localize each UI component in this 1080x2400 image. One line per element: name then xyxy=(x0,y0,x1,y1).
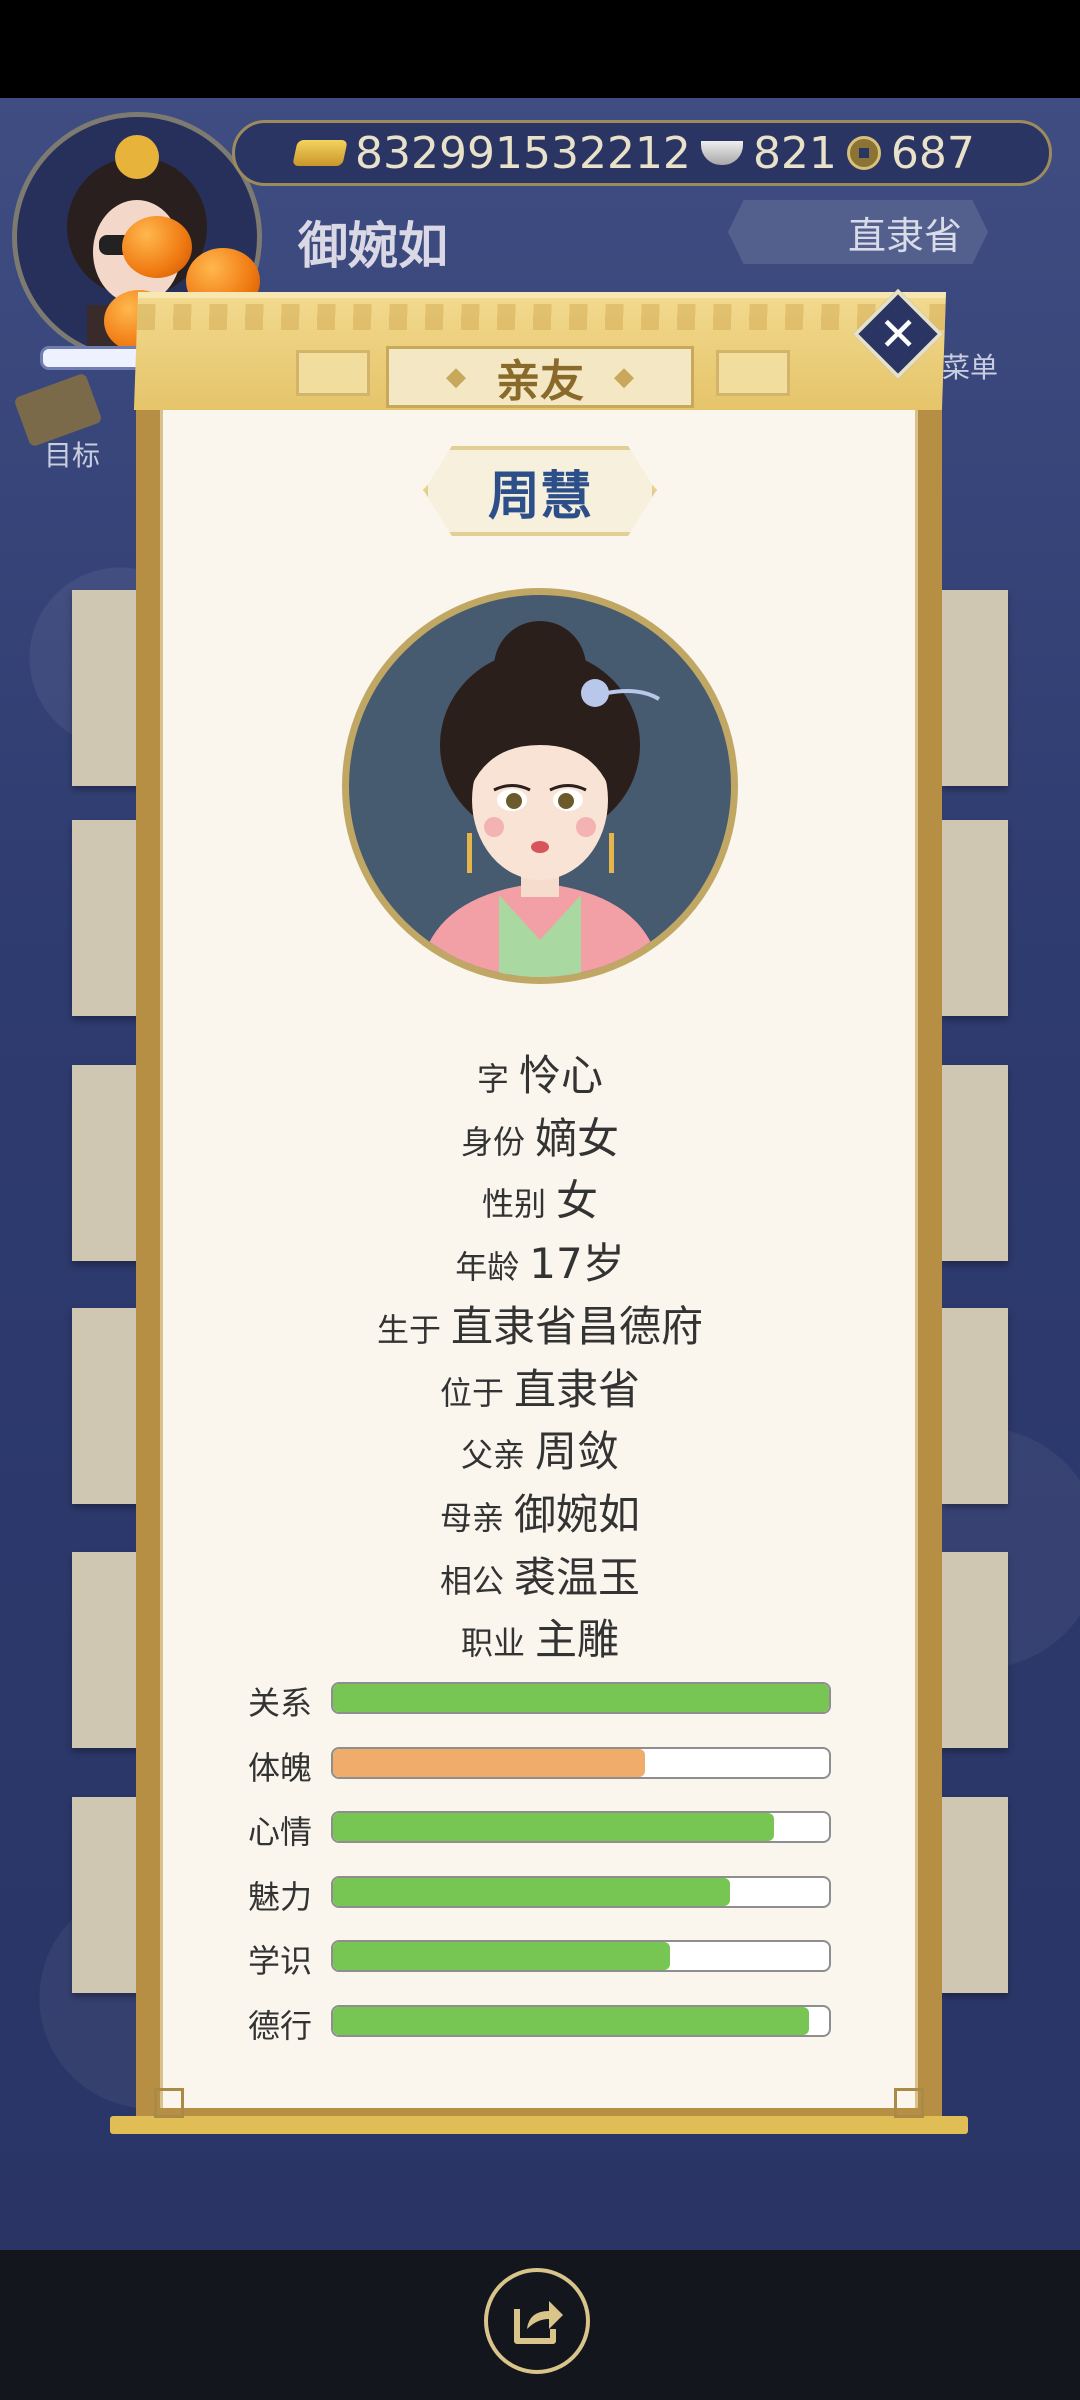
info-key: 身份 xyxy=(460,1123,525,1161)
info-value: 17岁 xyxy=(529,1239,625,1288)
info-row: 生于 直隶省昌德府 xyxy=(0,1293,1080,1354)
stat-bar-fill xyxy=(333,1684,829,1712)
info-row: 相公 裘温玉 xyxy=(0,1544,1080,1605)
stat-label: 体魄 xyxy=(248,1749,313,1787)
character-portrait xyxy=(342,588,738,984)
stat-label: 关系 xyxy=(248,1684,313,1722)
share-button[interactable] xyxy=(484,2268,590,2374)
province-label: 直隶省 xyxy=(847,213,962,258)
info-key: 职业 xyxy=(460,1624,525,1662)
stat-bar xyxy=(331,1811,831,1843)
header-pattern xyxy=(136,304,946,330)
title-dot-right: ◆ xyxy=(614,362,634,392)
info-key: 母亲 xyxy=(439,1499,504,1537)
info-value: 嫡女 xyxy=(535,1114,620,1163)
info-key: 生于 xyxy=(376,1311,441,1349)
menu-button[interactable]: 菜单 xyxy=(942,346,998,386)
title-dot-left: ◆ xyxy=(446,362,466,392)
currency-bar: 832991532212 821 687 xyxy=(232,120,1052,186)
character-portrait-icon xyxy=(419,621,661,977)
info-row: 位于 直隶省 xyxy=(0,1356,1080,1417)
info-value: 主雕 xyxy=(535,1615,620,1664)
silver-amount: 821 xyxy=(752,127,837,179)
info-value: 直隶省 xyxy=(514,1365,641,1414)
dialog-title: 亲友 xyxy=(496,356,584,407)
stat-bar xyxy=(331,1940,831,1972)
character-name-plate: 周慧 xyxy=(424,446,656,536)
stat-bar xyxy=(331,1682,831,1714)
corner-ornament xyxy=(154,2088,184,2118)
background-card xyxy=(942,1797,1008,1993)
info-value: 御婉如 xyxy=(514,1490,641,1539)
status-bar xyxy=(0,0,1080,98)
dialog-title-plate: ◆ 亲友 ◆ xyxy=(386,346,694,408)
background-card xyxy=(72,820,142,1016)
dialog-bottom-rod xyxy=(110,2116,968,2134)
info-row: 父亲 周敛 xyxy=(0,1418,1080,1479)
character-name: 周慧 xyxy=(487,465,592,527)
info-key: 年龄 xyxy=(455,1248,520,1286)
info-value: 周敛 xyxy=(535,1427,620,1476)
info-key: 位于 xyxy=(439,1374,504,1412)
player-name: 御婉如 xyxy=(298,216,448,275)
province-button[interactable]: 直隶省 xyxy=(728,200,988,264)
info-value: 裘温玉 xyxy=(514,1553,641,1602)
goal-button[interactable]: 目标 xyxy=(44,434,100,474)
info-row: 母亲 御婉如 xyxy=(0,1481,1080,1542)
background-card xyxy=(942,590,1008,786)
info-row: 职业 主雕 xyxy=(0,1606,1080,1667)
stat-label: 学识 xyxy=(248,1942,313,1980)
info-value: 直隶省昌德府 xyxy=(451,1302,704,1351)
info-row: 年龄 17岁 xyxy=(0,1230,1080,1291)
info-row: 性别女 xyxy=(0,1167,1080,1228)
header-side-plate xyxy=(296,350,370,396)
info-value: 女 xyxy=(556,1176,599,1225)
share-icon xyxy=(514,2301,563,2344)
stat-bar-fill xyxy=(333,1942,670,1970)
coin-amount: 687 xyxy=(890,127,975,179)
info-key: 字 xyxy=(476,1060,509,1098)
close-icon: ✕ xyxy=(878,306,918,361)
coin-icon xyxy=(846,136,881,170)
stat-label: 德行 xyxy=(248,2007,313,2045)
info-row: 字怜心 xyxy=(0,1042,1080,1103)
info-value: 怜心 xyxy=(519,1051,604,1100)
stat-bar xyxy=(331,1876,831,1908)
stat-bar-fill xyxy=(333,1749,645,1777)
gold-amount: 832991532212 xyxy=(355,127,691,179)
silver-ingot-icon xyxy=(700,141,743,165)
gold-ingot-icon xyxy=(292,140,348,166)
info-key: 性别 xyxy=(481,1185,546,1223)
header-side-plate xyxy=(716,350,790,396)
persimmon-decoration xyxy=(122,216,192,278)
info-key: 父亲 xyxy=(460,1436,525,1474)
info-key: 相公 xyxy=(439,1562,504,1600)
stat-label: 魅力 xyxy=(248,1878,313,1916)
stat-bar xyxy=(331,1747,831,1779)
corner-ornament xyxy=(894,2088,924,2118)
stat-bar-fill xyxy=(333,2007,809,2035)
stat-bar-fill xyxy=(333,1878,730,1906)
stat-label: 心情 xyxy=(248,1813,313,1851)
stat-bar xyxy=(331,2005,831,2037)
background-card xyxy=(72,1797,142,1993)
info-row: 身份 嫡女 xyxy=(0,1105,1080,1166)
background-card xyxy=(942,820,1008,1016)
stat-bar-fill xyxy=(333,1813,774,1841)
